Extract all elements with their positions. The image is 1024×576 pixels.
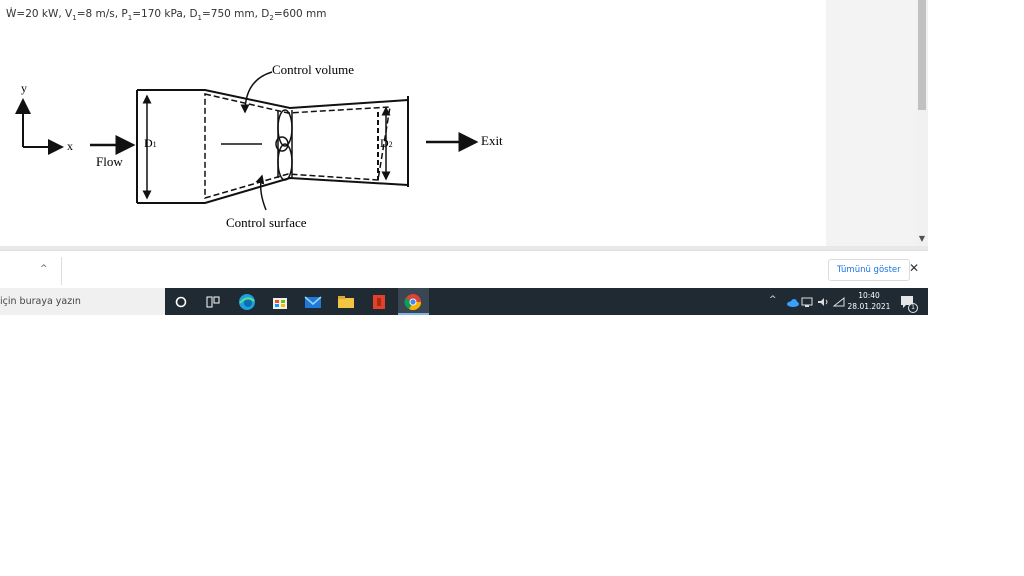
chevron-up-icon[interactable]: ^	[40, 264, 48, 274]
clock-time: 10:40	[858, 291, 880, 300]
close-icon[interactable]: ✕	[909, 261, 919, 275]
tray-expand-icon[interactable]: ^	[769, 295, 777, 305]
taskbar-search-box[interactable]: için buraya yazın	[0, 288, 165, 315]
notification-badge: 1	[908, 303, 918, 313]
control-volume-label: Control volume	[272, 62, 354, 77]
task-view-icon[interactable]	[203, 292, 223, 312]
chrome-icon[interactable]	[403, 292, 423, 312]
pipe-lower-wall	[137, 176, 409, 204]
turbine-diagram: y x Flow D1 D2 Control volume Control su…	[15, 62, 503, 230]
document-viewer: Ẇ=20 kW, V1=8 m/s, P1=170 kPa, D1=750 mm…	[0, 0, 826, 246]
x-axis-label: x	[67, 139, 73, 153]
exit-label: Exit	[481, 133, 503, 148]
viewer-side-panel	[826, 0, 916, 246]
d2-label: D2	[380, 136, 393, 150]
flow-label: Flow	[96, 154, 123, 169]
store-icon[interactable]	[270, 292, 290, 312]
file-explorer-icon[interactable]	[336, 292, 356, 312]
scroll-down-icon[interactable]: ▼	[916, 233, 928, 245]
control-surface-label: Control surface	[226, 215, 307, 230]
clock[interactable]: 10:40 28.01.2021	[846, 290, 892, 312]
turbine-rotor	[275, 109, 293, 181]
d1-label: D1	[144, 136, 157, 150]
cortana-icon[interactable]	[171, 292, 191, 312]
power-symbol: Ẇ	[6, 8, 17, 20]
download-bar: ^ Tümünü göster ✕	[0, 250, 928, 289]
mail-icon[interactable]	[303, 292, 323, 312]
show-all-button[interactable]: Tümünü göster	[828, 259, 910, 281]
pipe-upper-wall	[137, 89, 409, 110]
scrollbar-thumb[interactable]	[918, 0, 926, 110]
taskbar: için buraya yazın ^ 10:40 28.01.2021 1	[0, 288, 928, 315]
clock-date: 28.01.2021	[847, 302, 891, 311]
edge-icon[interactable]	[237, 292, 257, 312]
problem-parameters: Ẇ=20 kW, V1=8 m/s, P1=170 kPa, D1=750 mm…	[6, 8, 327, 23]
notifications-icon[interactable]: 1	[897, 292, 918, 313]
download-bar-divider	[61, 257, 62, 285]
office-icon[interactable]	[369, 292, 389, 312]
y-axis-label: y	[21, 81, 27, 95]
active-app-indicator	[398, 313, 429, 315]
